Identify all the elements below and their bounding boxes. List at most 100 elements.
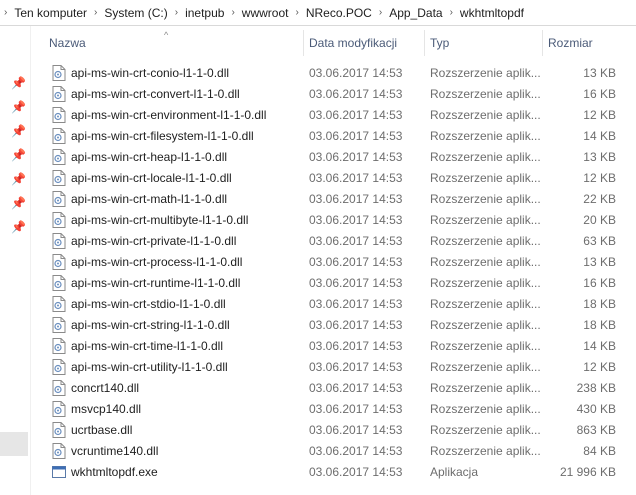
file-row[interactable]: vcruntime140.dll 03.06.2017 14:53 Rozszerz… xyxy=(44,440,636,461)
file-row[interactable]: api-ms-win-crt-locale-l1-1-0.dll 03.06.20… xyxy=(44,167,636,188)
file-name-cell[interactable]: api-ms-win-crt-math-l1-1-0.dll xyxy=(44,190,303,207)
file-row[interactable]: msvcp140.dll 03.06.2017 14:53 Rozszerzenie… xyxy=(44,398,636,419)
file-row[interactable]: api-ms-win-crt-runtime-l1-1-0.dll 03.06.2… xyxy=(44,272,636,293)
file-name: api-ms-win-crt-environment-l1-1-0.dll xyxy=(71,107,267,122)
file-date: 03.06.2017 14:53 xyxy=(309,86,403,101)
breadcrumb-item[interactable]: wkhtmltopdf xyxy=(457,6,527,20)
file-name-cell[interactable]: api-ms-win-crt-convert-l1-1-0.dll xyxy=(44,85,303,102)
file-name-cell[interactable]: msvcp140.dll xyxy=(44,400,303,417)
file-row[interactable]: api-ms-win-crt-string-l1-1-0.dll 03.06.20… xyxy=(44,314,636,335)
file-date: 03.06.2017 14:53 xyxy=(309,275,403,290)
breadcrumb-item[interactable]: wwwroot xyxy=(239,6,292,20)
file-row[interactable]: concrt140.dll 03.06.2017 14:53 Rozszerzeni… xyxy=(44,377,636,398)
file-name-cell[interactable]: api-ms-win-crt-conio-l1-1-0.dll xyxy=(44,64,303,81)
file-row[interactable]: api-ms-win-crt-convert-l1-1-0.dll 03.06.2… xyxy=(44,83,636,104)
chevron-right-icon[interactable]: › xyxy=(227,7,238,18)
file-name: api-ms-win-crt-time-l1-1-0.dll xyxy=(71,338,224,353)
file-name-cell[interactable]: ucrtbase.dll xyxy=(44,421,303,438)
chevron-right-icon[interactable]: › xyxy=(375,7,386,18)
file-row[interactable]: api-ms-win-crt-conio-l1-1-0.dll 03.06.201… xyxy=(44,62,636,83)
breadcrumb-item[interactable]: App_Data xyxy=(386,6,445,20)
pin-icon[interactable]: 📌 xyxy=(11,124,26,138)
pin-icon[interactable]: 📌 xyxy=(11,196,26,210)
file-row[interactable]: wkhtmltopdf.exe 03.06.2017 14:53 Aplikacja… xyxy=(44,461,636,482)
file-row[interactable]: ucrtbase.dll 03.06.2017 14:53 Rozszerzenie… xyxy=(44,419,636,440)
file-row[interactable]: api-ms-win-crt-private-l1-1-0.dll 03.06.2… xyxy=(44,230,636,251)
file-type: Rozszerzenie aplik... xyxy=(430,233,541,248)
chevron-right-icon[interactable]: › xyxy=(291,7,302,18)
file-row[interactable]: api-ms-win-crt-time-l1-1-0.dll 03.06.2017… xyxy=(44,335,636,356)
file-row[interactable]: api-ms-win-crt-filesystem-l1-1-0.dll 03.0… xyxy=(44,125,636,146)
pin-icon[interactable]: 📌 xyxy=(11,76,26,90)
dll-icon xyxy=(52,169,66,186)
chevron-right-icon[interactable]: › xyxy=(171,7,182,18)
file-name-cell[interactable]: wkhtmltopdf.exe xyxy=(44,464,303,480)
file-type: Aplikacja xyxy=(430,464,479,479)
file-type: Rozszerzenie aplik... xyxy=(430,65,541,80)
breadcrumb-item[interactable]: inetpub xyxy=(182,6,227,20)
file-name-cell[interactable]: api-ms-win-crt-string-l1-1-0.dll xyxy=(44,316,303,333)
file-name-cell[interactable]: api-ms-win-crt-filesystem-l1-1-0.dll xyxy=(44,127,303,144)
file-row[interactable]: api-ms-win-crt-utility-l1-1-0.dll 03.06.2… xyxy=(44,356,636,377)
file-size: 863 KB xyxy=(576,422,616,437)
file-date: 03.06.2017 14:53 xyxy=(309,380,403,395)
file-row[interactable]: api-ms-win-crt-environment-l1-1-0.dll 03.… xyxy=(44,104,636,125)
file-type: Rozszerzenie aplik... xyxy=(430,443,541,458)
file-size: 12 KB xyxy=(583,107,616,122)
dll-icon xyxy=(52,148,66,165)
file-name-cell[interactable]: api-ms-win-crt-stdio-l1-1-0.dll xyxy=(44,295,303,312)
column-header-name[interactable]: ^ Nazwa xyxy=(44,30,303,56)
file-size: 14 KB xyxy=(583,128,616,143)
nav-selected-item[interactable] xyxy=(0,432,28,456)
file-name-cell[interactable]: vcruntime140.dll xyxy=(44,442,303,459)
file-name-cell[interactable]: api-ms-win-crt-environment-l1-1-0.dll xyxy=(44,106,303,123)
file-name-cell[interactable]: api-ms-win-crt-runtime-l1-1-0.dll xyxy=(44,274,303,291)
dll-icon xyxy=(52,85,66,102)
column-header: ^ Nazwa Data modyfikacji Typ Rozmiar xyxy=(44,30,636,56)
file-row[interactable]: api-ms-win-crt-multibyte-l1-1-0.dll 03.06… xyxy=(44,209,636,230)
file-name: wkhtmltopdf.exe xyxy=(71,464,158,479)
dll-icon xyxy=(52,190,66,207)
file-name-cell[interactable]: api-ms-win-crt-utility-l1-1-0.dll xyxy=(44,358,303,375)
file-name-cell[interactable]: api-ms-win-crt-heap-l1-1-0.dll xyxy=(44,148,303,165)
column-header-size[interactable]: Rozmiar xyxy=(542,30,632,56)
file-name: api-ms-win-crt-stdio-l1-1-0.dll xyxy=(71,296,226,311)
pin-icon[interactable]: 📌 xyxy=(11,148,26,162)
file-name: concrt140.dll xyxy=(71,380,140,395)
file-row[interactable]: api-ms-win-crt-math-l1-1-0.dll 03.06.2017… xyxy=(44,188,636,209)
pin-icon[interactable]: 📌 xyxy=(11,220,26,234)
chevron-right-icon[interactable]: › xyxy=(90,7,101,18)
file-row[interactable]: api-ms-win-crt-stdio-l1-1-0.dll 03.06.201… xyxy=(44,293,636,314)
dll-icon xyxy=(52,253,66,270)
file-row[interactable]: api-ms-win-crt-process-l1-1-0.dll 03.06.2… xyxy=(44,251,636,272)
file-size: 21 996 KB xyxy=(559,464,616,479)
file-name-cell[interactable]: api-ms-win-crt-locale-l1-1-0.dll xyxy=(44,169,303,186)
address-bar[interactable]: › Ten komputer › System (C:) › inetpub › wwwroo… xyxy=(0,0,636,26)
file-name-cell[interactable]: api-ms-win-crt-multibyte-l1-1-0.dll xyxy=(44,211,303,228)
file-size: 18 KB xyxy=(583,317,616,332)
file-name-cell[interactable]: api-ms-win-crt-private-l1-1-0.dll xyxy=(44,232,303,249)
column-header-size-label: Rozmiar xyxy=(548,36,593,50)
chevron-right-icon[interactable]: › xyxy=(0,7,11,18)
column-header-date[interactable]: Data modyfikacji xyxy=(303,30,424,56)
file-name-cell[interactable]: api-ms-win-crt-time-l1-1-0.dll xyxy=(44,337,303,354)
chevron-right-icon[interactable]: › xyxy=(446,7,457,18)
file-type: Rozszerzenie aplik... xyxy=(430,107,541,122)
breadcrumb-item[interactable]: Ten komputer xyxy=(11,6,90,20)
file-date: 03.06.2017 14:53 xyxy=(309,254,403,269)
pin-icon[interactable]: 📌 xyxy=(11,172,26,186)
breadcrumb-item[interactable]: NReco.POC xyxy=(303,6,375,20)
file-row[interactable]: api-ms-win-crt-heap-l1-1-0.dll 03.06.2017… xyxy=(44,146,636,167)
file-name: api-ms-win-crt-heap-l1-1-0.dll xyxy=(71,149,228,164)
file-name: msvcp140.dll xyxy=(71,401,142,416)
file-name: api-ms-win-crt-process-l1-1-0.dll xyxy=(71,254,243,269)
file-type: Rozszerzenie aplik... xyxy=(430,275,541,290)
dll-icon xyxy=(52,379,66,396)
file-size: 20 KB xyxy=(583,212,616,227)
pin-icon[interactable]: 📌 xyxy=(11,100,26,114)
file-name-cell[interactable]: api-ms-win-crt-process-l1-1-0.dll xyxy=(44,253,303,270)
column-header-type[interactable]: Typ xyxy=(424,30,542,56)
file-name-cell[interactable]: concrt140.dll xyxy=(44,379,303,396)
file-size: 12 KB xyxy=(583,359,616,374)
breadcrumb-item[interactable]: System (C:) xyxy=(101,6,170,20)
